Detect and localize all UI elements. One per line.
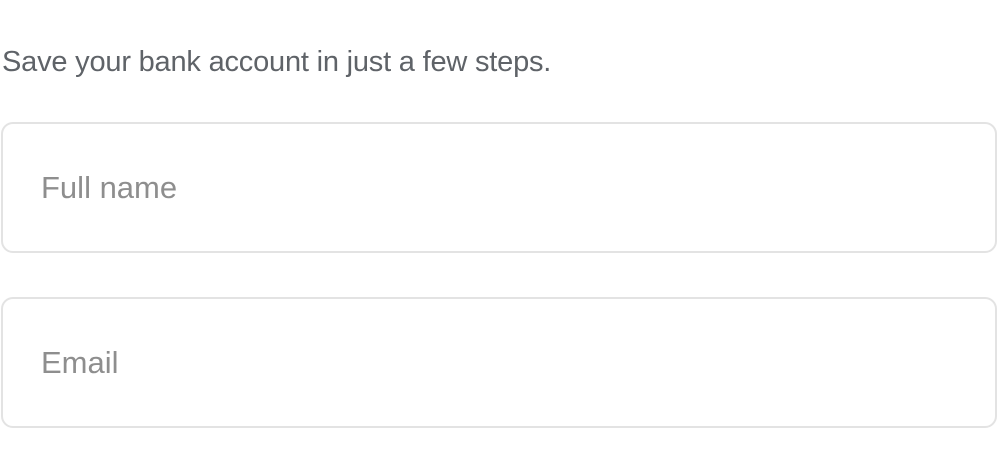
full-name-field-container — [1, 122, 997, 253]
full-name-field[interactable] — [3, 124, 995, 251]
email-field[interactable] — [3, 299, 995, 426]
email-field-container — [1, 297, 997, 428]
form-subtitle: Save your bank account in just a few ste… — [2, 46, 552, 78]
